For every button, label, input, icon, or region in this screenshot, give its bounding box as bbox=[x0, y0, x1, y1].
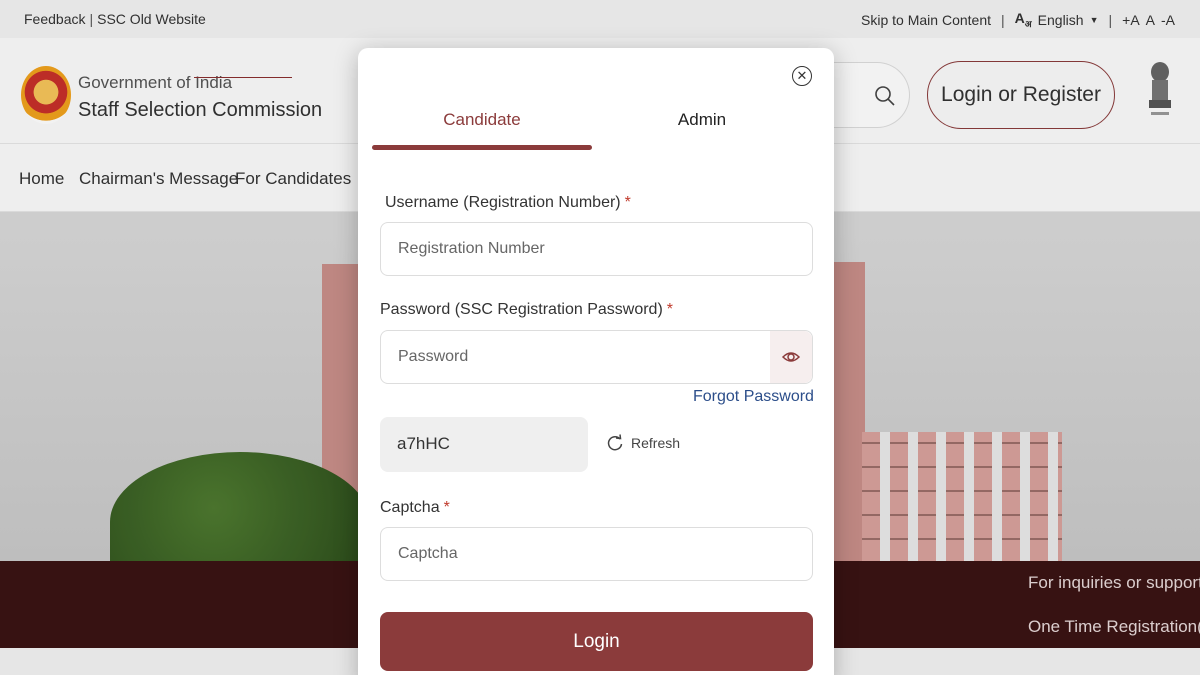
close-icon[interactable]: ✕ bbox=[792, 66, 812, 86]
active-tab-indicator bbox=[372, 145, 592, 150]
login-button[interactable]: Login bbox=[380, 612, 813, 671]
username-label-text: Username (Registration Number) bbox=[385, 194, 621, 211]
captcha-label-text: Captcha bbox=[380, 499, 440, 516]
username-input[interactable] bbox=[381, 223, 812, 275]
captcha-image: a7hHC bbox=[380, 417, 588, 472]
tab-candidate[interactable]: Candidate bbox=[372, 110, 592, 130]
password-label-text: Password (SSC Registration Password) bbox=[380, 301, 663, 318]
forgot-password-link[interactable]: Forgot Password bbox=[693, 388, 814, 406]
username-label: Username (Registration Number) * bbox=[385, 194, 631, 212]
captcha-label: Captcha * bbox=[380, 499, 450, 517]
captcha-field bbox=[380, 527, 813, 581]
captcha-input[interactable] bbox=[381, 528, 812, 580]
refresh-icon bbox=[607, 434, 623, 451]
show-password-button[interactable] bbox=[770, 331, 812, 383]
password-input[interactable] bbox=[381, 331, 771, 383]
password-field bbox=[380, 330, 813, 384]
tab-admin[interactable]: Admin bbox=[592, 110, 812, 130]
required-mark: * bbox=[666, 301, 673, 318]
login-modal: ✕ Candidate Admin Username (Registration… bbox=[358, 48, 834, 675]
refresh-label: Refresh bbox=[631, 435, 681, 451]
refresh-captcha-button[interactable]: Refresh bbox=[606, 434, 680, 452]
required-mark: * bbox=[443, 499, 450, 516]
password-label: Password (SSC Registration Password) * bbox=[380, 301, 673, 319]
username-field bbox=[380, 222, 813, 276]
eye-icon bbox=[781, 352, 801, 362]
required-mark: * bbox=[624, 194, 631, 211]
